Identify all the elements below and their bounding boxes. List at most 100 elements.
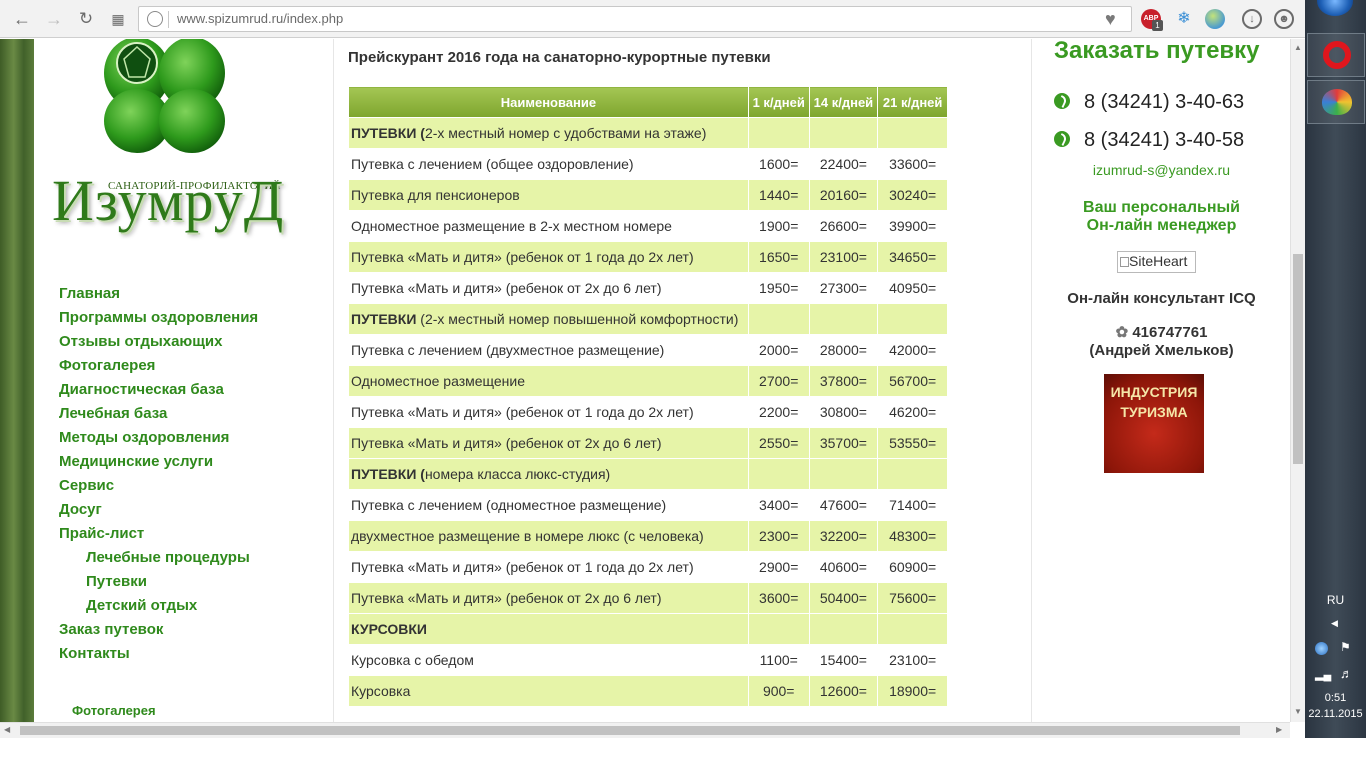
table-row: Курсовка 900= 12600= 18900= bbox=[348, 675, 948, 707]
scroll-right-arrow-icon[interactable]: ▶ bbox=[1276, 725, 1282, 734]
reload-icon[interactable]: ↻ bbox=[74, 7, 98, 31]
price-1-day-cell: 2700= bbox=[747, 365, 810, 397]
nav-item-home[interactable]: Главная bbox=[59, 285, 120, 302]
table-row: Курсовка с обедом 1100= 15400= 23100= bbox=[348, 644, 948, 676]
section-empty-cell bbox=[877, 303, 948, 335]
clock-time: 0:51 bbox=[1324, 692, 1347, 704]
nav-item-leisure[interactable]: Досуг bbox=[59, 501, 102, 518]
photo-gallery-link[interactable]: Фотогалерея bbox=[72, 703, 156, 718]
weather-icon[interactable]: ❄ bbox=[1174, 9, 1194, 29]
nav-item-price-list[interactable]: Прайс-лист bbox=[59, 525, 144, 542]
price-14-days-cell: 50400= bbox=[808, 582, 879, 614]
section-empty-cell bbox=[808, 613, 879, 645]
nav-subitem-procedures[interactable]: Лечебные процедуры bbox=[86, 549, 250, 566]
nav-item-contacts[interactable]: Контакты bbox=[59, 645, 130, 662]
table-row: Путевка «Мать и дитя» (ребенок от 2х до … bbox=[348, 582, 948, 614]
section-empty-cell bbox=[808, 458, 879, 490]
price-21-days-cell: 71400= bbox=[877, 489, 948, 521]
bookmark-heart-icon[interactable]: ♥ bbox=[1105, 9, 1125, 29]
nav-item-medical-services[interactable]: Медицинские услуги bbox=[59, 453, 213, 470]
price-21-days-cell: 56700= bbox=[877, 365, 948, 397]
scroll-down-arrow-icon[interactable]: ▼ bbox=[1294, 707, 1302, 716]
nav-item-methods[interactable]: Методы оздоровления bbox=[59, 429, 229, 446]
tourism-industry-banner[interactable]: ИНДУСТРИЯ ТУРИЗМА bbox=[1104, 374, 1204, 473]
logo-name[interactable]: ИзумруД bbox=[52, 167, 284, 234]
url-text[interactable]: www.spizumrud.ru/index.php bbox=[177, 11, 343, 26]
order-voucher-title[interactable]: Заказать путевку bbox=[1054, 39, 1260, 65]
nav-item-treatment-base[interactable]: Лечебная база bbox=[59, 405, 167, 422]
icq-title: Он-лайн консультант ICQ bbox=[1067, 290, 1256, 307]
section-title: ПУТЕВКИ (2-х местный номер повышенной ко… bbox=[348, 303, 749, 335]
table-header-row: Наименование 1 к/дней 14 к/дней 21 к/дне… bbox=[348, 86, 948, 118]
taskbar-opera-button[interactable] bbox=[1307, 33, 1365, 77]
table-row: Путевка «Мать и дитя» (ребенок от 2х до … bbox=[348, 427, 948, 459]
taskbar-paint-button[interactable] bbox=[1307, 80, 1365, 124]
apps-grid-icon[interactable]: ▦ bbox=[106, 7, 130, 31]
paint-palette-icon bbox=[1322, 89, 1352, 115]
section-empty-cell bbox=[747, 613, 810, 645]
action-center-flag-icon[interactable]: ⚑ bbox=[1340, 640, 1351, 654]
scroll-up-arrow-icon[interactable]: ▲ bbox=[1294, 43, 1302, 52]
signal-bars-icon[interactable]: ▂▄ bbox=[1315, 668, 1331, 681]
nav-item-reviews[interactable]: Отзывы отдыхающих bbox=[59, 333, 222, 350]
header-1-day: 1 к/дней bbox=[747, 86, 810, 118]
browser-toolbar: ← → ↻ ▦ www.spizumrud.ru/index.php ♥ ABP… bbox=[0, 0, 1305, 38]
phone-icon bbox=[1054, 131, 1070, 147]
row-name-cell: Путевка «Мать и дитя» (ребенок от 2х до … bbox=[348, 427, 749, 459]
price-14-days-cell: 37800= bbox=[808, 365, 879, 397]
globe-icon[interactable] bbox=[1205, 9, 1225, 29]
price-21-days-cell: 46200= bbox=[877, 396, 948, 428]
download-icon[interactable]: ↓ bbox=[1242, 9, 1262, 29]
price-14-days-cell: 26600= bbox=[808, 210, 879, 242]
price-1-day-cell: 1950= bbox=[747, 272, 810, 304]
price-1-day-cell: 1650= bbox=[747, 241, 810, 273]
header-21-days: 21 к/дней bbox=[877, 86, 948, 118]
section-title-bold: КУРСОВКИ bbox=[351, 621, 427, 637]
section-title-rest: 2-х местный номер с удобствами на этаже) bbox=[424, 125, 707, 141]
address-bar[interactable]: www.spizumrud.ru/index.php bbox=[138, 6, 1132, 32]
icq-number: 416747761 bbox=[1132, 324, 1208, 341]
nav-subitem-vouchers[interactable]: Путевки bbox=[86, 573, 147, 590]
row-name-cell: Путевка с лечением (одноместное размещен… bbox=[348, 489, 749, 521]
section-empty-cell bbox=[747, 117, 810, 149]
forward-icon[interactable]: → bbox=[42, 7, 66, 31]
globe-page-icon bbox=[147, 11, 163, 27]
nav-item-gallery[interactable]: Фотогалерея bbox=[59, 357, 155, 374]
vertical-scroll-thumb[interactable] bbox=[1293, 254, 1303, 464]
price-1-day-cell: 2550= bbox=[747, 427, 810, 459]
online-manager-link[interactable]: Ваш персональный Он-лайн менеджер bbox=[1032, 199, 1290, 235]
section-empty-cell bbox=[747, 458, 810, 490]
table-row: Путевка «Мать и дитя» (ребенок от 2х до … bbox=[348, 272, 948, 304]
scroll-left-arrow-icon[interactable]: ◀ bbox=[4, 725, 10, 734]
nav-item-diagnostics[interactable]: Диагностическая база bbox=[59, 381, 224, 398]
row-name-cell: двухместное размещение в номере люкс (с … bbox=[348, 520, 749, 552]
phone-row-1: 8 (34241) 3-40-63 bbox=[1054, 91, 1244, 114]
price-14-days-cell: 32200= bbox=[808, 520, 879, 552]
horizontal-scrollbar[interactable]: ◀ ▶ bbox=[0, 722, 1290, 738]
price-1-day-cell: 2300= bbox=[747, 520, 810, 552]
tray-chevron-icon[interactable]: ◀ bbox=[1331, 618, 1338, 629]
clock-date: 22.11.2015 bbox=[1308, 708, 1363, 720]
siteheart-widget[interactable]: SiteHeart bbox=[1117, 251, 1196, 273]
vertical-scrollbar[interactable]: ▲ ▼ bbox=[1290, 39, 1305, 722]
section-title: ПУТЕВКИ (2-х местный номер с удобствами … bbox=[348, 117, 749, 149]
nav-subitem-kids[interactable]: Детский отдых bbox=[86, 597, 197, 614]
horizontal-scroll-thumb[interactable] bbox=[20, 726, 1240, 735]
windows-start-icon[interactable] bbox=[1317, 0, 1353, 16]
email-link[interactable]: izumrud-s@yandex.ru bbox=[1032, 162, 1290, 178]
row-name-cell: Путевка с лечением (общее оздоровление) bbox=[348, 148, 749, 180]
section-title: ПУТЕВКИ (номера класса люкс-студия) bbox=[348, 458, 749, 490]
language-indicator[interactable]: RU bbox=[1305, 593, 1366, 607]
section-empty-cell bbox=[808, 117, 879, 149]
row-name-cell: Путевка «Мать и дитя» (ребенок от 1 года… bbox=[348, 396, 749, 428]
nav-item-programs[interactable]: Программы оздоровления bbox=[59, 309, 258, 326]
nav-item-order[interactable]: Заказ путевок bbox=[59, 621, 163, 638]
back-icon[interactable]: ← bbox=[10, 7, 34, 31]
user-account-icon[interactable]: ☻ bbox=[1274, 9, 1294, 29]
nav-item-service[interactable]: Сервис bbox=[59, 477, 114, 494]
network-globe-icon[interactable] bbox=[1315, 642, 1328, 655]
volume-icon[interactable]: ♬ bbox=[1340, 666, 1353, 681]
table-row: двухместное размещение в номере люкс (с … bbox=[348, 520, 948, 552]
icq-number-row[interactable]: ✿ 416747761 bbox=[1032, 323, 1290, 341]
system-clock[interactable]: 0:51 22.11.2015 bbox=[1305, 690, 1366, 722]
